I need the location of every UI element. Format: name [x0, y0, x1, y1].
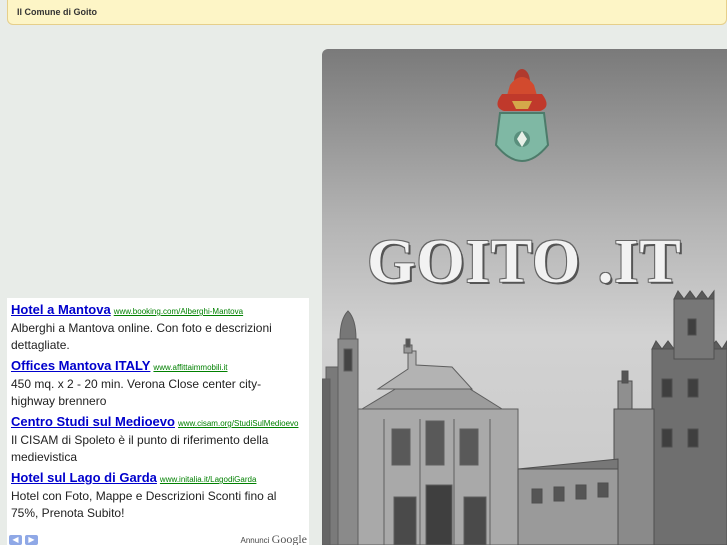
- ad-item: Centro Studi sul Medioevo www.cisam.org/S…: [11, 414, 305, 466]
- ad-description: Il CISAM di Spoleto è il punto di riferi…: [11, 433, 269, 464]
- ad-item: Offices Mantova ITALY www.affittaimmobili…: [11, 358, 305, 410]
- ad-title-link[interactable]: Offices Mantova ITALY: [11, 358, 150, 373]
- ad-url-link[interactable]: www.cisam.org/StudiSulMedioevo: [178, 419, 299, 428]
- hero-banner: GOITO .IT: [322, 49, 727, 545]
- ads-by-google[interactable]: Annunci Google: [241, 532, 307, 545]
- chevron-right-icon[interactable]: ▶: [25, 535, 38, 545]
- ads-by-label: Annunci: [240, 536, 270, 545]
- coat-of-arms-icon: [494, 69, 550, 162]
- google-ads-panel: Hotel a Mantova www.booking.com/Alberghi-…: [7, 298, 309, 545]
- page-title: Il Comune di Goito: [17, 7, 97, 17]
- ads-footer: ◀ ▶ Annunci Google: [7, 532, 309, 545]
- header-bar: Il Comune di Goito: [7, 0, 727, 25]
- site-logo-title: GOITO .IT: [367, 228, 682, 296]
- ad-url-link[interactable]: www.booking.com/Alberghi-Mantova: [114, 307, 243, 316]
- ad-title-link[interactable]: Hotel a Mantova: [11, 302, 111, 317]
- chevron-left-icon[interactable]: ◀: [9, 535, 22, 545]
- ad-description: Hotel con Foto, Mappe e Descrizioni Scon…: [11, 489, 277, 520]
- ad-url-link[interactable]: www.affittaimmobili.it: [153, 363, 227, 372]
- ad-title-link[interactable]: Centro Studi sul Medioevo: [11, 414, 175, 429]
- ad-item: Hotel sul Lago di Garda www.initalia.it/L…: [11, 470, 305, 522]
- ad-description: 450 mq. x 2 - 20 min. Verona Close cente…: [11, 377, 262, 408]
- ad-description: Alberghi a Mantova online. Con foto e de…: [11, 321, 272, 352]
- ad-url-link[interactable]: www.initalia.it/LagodiGarda: [160, 475, 257, 484]
- ad-item: Hotel a Mantova www.booking.com/Alberghi-…: [11, 302, 305, 354]
- google-logo: Google: [271, 532, 307, 545]
- ad-title-link[interactable]: Hotel sul Lago di Garda: [11, 470, 157, 485]
